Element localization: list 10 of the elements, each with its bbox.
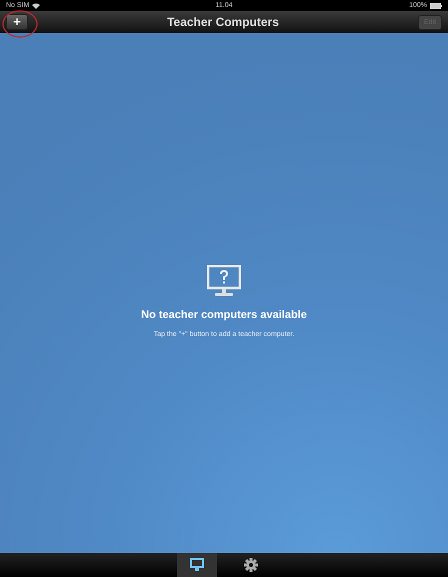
monitor-icon (190, 558, 204, 572)
tab[interactable] (177, 553, 217, 577)
add-button[interactable]: + (6, 14, 28, 30)
wifi-icon (32, 2, 40, 8)
empty-state-title: No teacher computers available (141, 309, 307, 321)
window-title: Teacher Computers (167, 15, 279, 29)
monitor-question-icon (207, 265, 241, 297)
annotation-circle (2, 10, 38, 38)
gear-icon (244, 558, 258, 572)
battery-icon (430, 2, 442, 8)
